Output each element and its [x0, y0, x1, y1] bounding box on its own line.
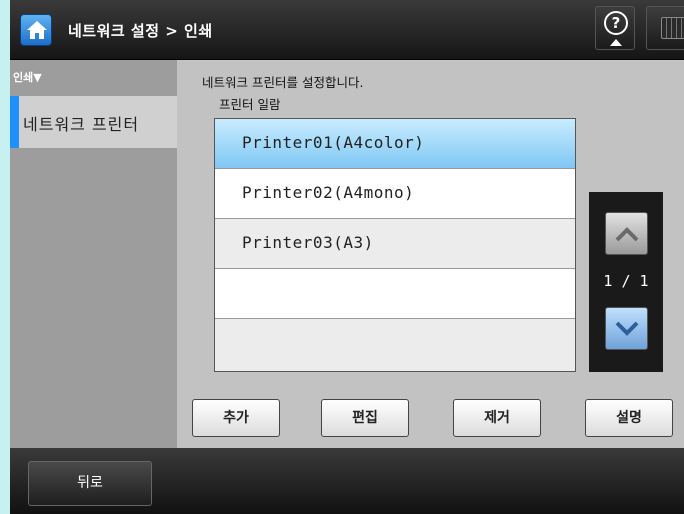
chevron-down-icon [615, 321, 639, 336]
sidebar-item-network-printer[interactable]: 네트워크 프린터 [10, 96, 177, 148]
list-item[interactable] [215, 319, 575, 371]
list-item-label: Printer01(A4color) [242, 133, 425, 152]
app-window: 네트워크 설정 > 인쇄 ? 인쇄▼ 네트워크 프린터 네트워크 프린터를 설정… [0, 0, 684, 514]
header-bar: 네트워크 설정 > 인쇄 ? [10, 0, 684, 60]
list-item[interactable]: Printer02(A4mono) [215, 169, 575, 219]
sidebar-item-label: 네트워크 프린터 [23, 115, 140, 134]
remove-button[interactable]: 제거 [453, 399, 541, 437]
page-down-button[interactable] [605, 307, 648, 350]
list-item[interactable]: Printer03(A3) [215, 219, 575, 269]
help-icon: ? [604, 11, 628, 35]
up-arrow-icon [610, 39, 622, 46]
keyboard-button[interactable] [646, 6, 684, 50]
footer-bar: 뒤로 [10, 448, 684, 514]
back-button[interactable]: 뒤로 [28, 461, 152, 506]
home-button[interactable] [20, 14, 52, 46]
chevron-up-icon [615, 227, 639, 242]
page-title: 네트워크 설정 > 인쇄 [68, 22, 213, 40]
sidebar: 인쇄▼ 네트워크 프린터 [10, 60, 177, 448]
main-panel: 네트워크 프린터를 설정합니다. 프린터 일람 Printer01(A4colo… [177, 60, 684, 448]
sidebar-section-print[interactable]: 인쇄▼ [13, 69, 42, 85]
add-button[interactable]: 추가 [192, 399, 280, 437]
page-indicator: 1 / 1 [603, 272, 649, 290]
edit-button[interactable]: 편집 [321, 399, 409, 437]
list-item[interactable]: Printer01(A4color) [215, 119, 575, 169]
list-item[interactable] [215, 269, 575, 319]
help-button[interactable]: ? [595, 6, 635, 50]
list-item-label: Printer02(A4mono) [242, 183, 415, 202]
selection-indicator [10, 96, 19, 148]
page-up-button[interactable] [605, 212, 648, 255]
home-icon [27, 21, 47, 39]
printer-list: Printer01(A4color) Printer02(A4mono) Pri… [214, 118, 576, 372]
list-item-label: Printer03(A3) [242, 233, 374, 252]
explain-button[interactable]: 설명 [585, 399, 673, 437]
keyboard-icon [661, 17, 684, 39]
description-text: 네트워크 프린터를 설정합니다. [202, 75, 364, 90]
printer-list-label: 프린터 일람 [219, 97, 281, 112]
pager: 1 / 1 [589, 192, 663, 372]
